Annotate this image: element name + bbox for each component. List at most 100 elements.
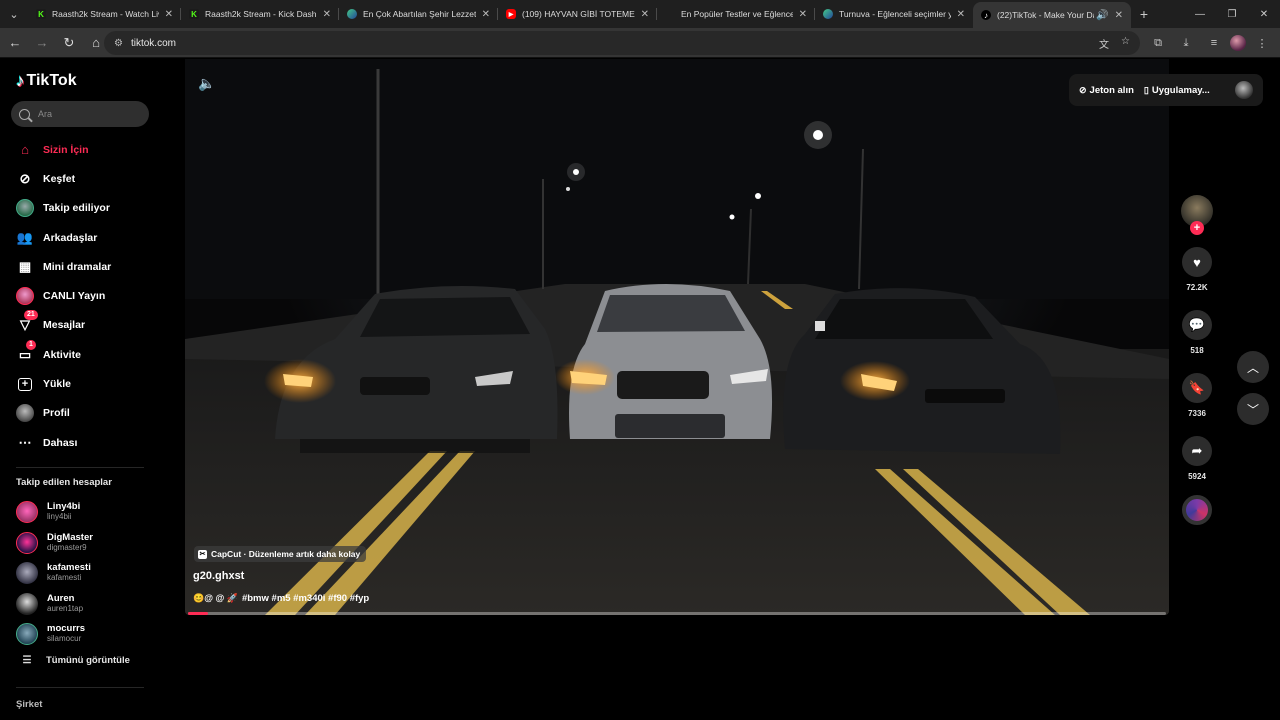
company-link[interactable]: Şirket	[16, 699, 42, 710]
share-count: 5924	[1188, 472, 1206, 481]
nav-item-more[interactable]: ⋯ Dahası	[0, 428, 160, 457]
tab-search-chevron-icon[interactable]: ⌄	[0, 0, 28, 28]
media-control-icon[interactable]: ≡	[1202, 31, 1226, 55]
image-icon	[823, 9, 833, 19]
audio-playing-icon[interactable]: 🔊	[1096, 10, 1108, 21]
nav-item-for-you[interactable]: ⌂ Sizin İçin	[0, 135, 160, 164]
restore-icon[interactable]: ❐	[1216, 0, 1248, 28]
nav-item-friends[interactable]: 👥 Arkadaşlar	[0, 223, 160, 252]
previous-video-chevron-up-icon[interactable]: ︿	[1237, 351, 1269, 383]
close-tab-icon[interactable]: ✕	[957, 9, 965, 20]
caption-hashtags[interactable]: #bmw #m5 #m340i #f90 #fyp	[242, 593, 369, 604]
browser-tab[interactable]: En Çok Abartılan Şehir Lezzetle ✕	[339, 0, 498, 28]
nav-item-explore[interactable]: ⊘ Keşfet	[0, 164, 160, 193]
nav-item-mini-dramas[interactable]: ▦ Mini dramalar	[0, 252, 160, 281]
comment-icon[interactable]: 💬	[1182, 310, 1212, 340]
browser-tab[interactable]: K Raasth2k Stream - Kick Dashbo ✕	[181, 0, 339, 28]
tiktok-logo[interactable]: ♪ TikTok	[16, 71, 77, 91]
translate-icon[interactable]: 文	[1099, 36, 1109, 51]
video-progress-bar[interactable]	[188, 612, 1166, 615]
back-icon[interactable]: ←	[3, 31, 27, 55]
window-close-icon[interactable]: ✕	[1248, 0, 1280, 28]
nav-item-following[interactable]: Takip ediliyor	[0, 194, 160, 223]
like-icon[interactable]: ♥	[1182, 247, 1212, 277]
feed-navigation: ︿ ﹀	[1237, 351, 1269, 435]
following-user[interactable]: Liny4bi liny4bii	[16, 497, 156, 528]
browser-tab[interactable]: Turnuva - Eğlenceli seçimler ya ✕	[815, 0, 973, 28]
following-section-title: Takip edilen hesaplar	[16, 477, 112, 488]
close-tab-icon[interactable]: ✕	[165, 9, 173, 20]
reload-icon[interactable]: ↻	[57, 31, 81, 55]
address-text: tiktok.com	[130, 37, 176, 49]
browser-tab[interactable]: ▶ (109) HAYVAN GİBİ TOTEME ÇO ✕	[498, 0, 657, 28]
youtube-icon: ▶	[506, 9, 516, 19]
upload-icon: +	[18, 377, 32, 391]
avatar	[16, 501, 38, 524]
tiktok-page: ♪ TikTok Ara ⌂ Sizin İçin ⊘ Keşfet Takip…	[0, 59, 1280, 720]
volume-icon[interactable]: 🔈	[198, 75, 215, 92]
browser-tab-strip: ⌄ K Raasth2k Stream - Watch Live o ✕ K R…	[0, 0, 1280, 28]
browser-tab[interactable]: K Raasth2k Stream - Watch Live o ✕	[28, 0, 181, 28]
forward-icon[interactable]: →	[30, 31, 54, 55]
download-icon[interactable]: ⤓	[1174, 31, 1198, 55]
bookmark-star-icon[interactable]: ☆	[1121, 36, 1130, 51]
address-bar[interactable]: ⚙ tiktok.com 文 ☆	[104, 31, 1140, 55]
blank-page-icon	[665, 9, 675, 19]
search-icon	[19, 108, 30, 120]
video-player[interactable]	[185, 59, 1169, 615]
get-app-button[interactable]: ▯ Uygulamay...	[1144, 85, 1210, 96]
share-icon[interactable]: ➦	[1182, 436, 1212, 466]
avatar	[16, 623, 38, 646]
nav-item-activity[interactable]: ▭ 1 Aktivite	[0, 339, 160, 369]
bookmark-icon[interactable]: 🔖	[1182, 373, 1212, 403]
kick-icon: K	[36, 9, 46, 19]
nav-item-live[interactable]: CANLI Yayın	[0, 281, 160, 310]
browser-tab[interactable]: En Popüler Testler ve Eğlenceli ✕	[657, 0, 815, 28]
list-icon: ☰	[22, 655, 32, 666]
site-info-icon[interactable]: ⚙	[114, 38, 123, 49]
following-user[interactable]: kafamesti kafamesti	[16, 558, 156, 589]
creator-avatar[interactable]: +	[1181, 195, 1213, 235]
nav-item-profile[interactable]: Profil	[0, 399, 160, 428]
comment-count: 518	[1190, 346, 1204, 355]
following-list: Liny4bi liny4bii DigMaster digmaster9 kafa…	[16, 497, 156, 650]
save-count: 7336	[1188, 409, 1206, 418]
more-icon: ⋯	[18, 434, 32, 450]
video-frame-cars	[185, 59, 1169, 615]
browser-tab-active[interactable]: ♪ (22)TikTok - Make Your Day 🔊 ✕	[973, 2, 1131, 28]
music-disc-icon[interactable]	[1182, 495, 1212, 525]
nav-item-upload[interactable]: + Yükle	[0, 369, 160, 398]
following-user[interactable]: DigMaster digmaster9	[16, 528, 156, 559]
live-avatar-icon	[16, 287, 34, 306]
user-avatar[interactable]	[1235, 81, 1253, 99]
capcut-badge[interactable]: ✂ CapCut · Düzenleme artık daha kolay	[194, 546, 367, 562]
close-tab-icon[interactable]: ✕	[482, 9, 490, 20]
video-author[interactable]: g20.ghxst	[193, 570, 244, 582]
get-coins-button[interactable]: ⊘ Jeton alın	[1079, 85, 1134, 96]
close-tab-icon[interactable]: ✕	[641, 9, 649, 20]
nav-item-messages[interactable]: ▽ 21 Mesajlar	[0, 310, 160, 340]
extensions-icon[interactable]: ⧉	[1146, 31, 1170, 55]
following-user[interactable]: Auren auren1tap	[16, 589, 156, 620]
home-icon: ⌂	[21, 142, 29, 158]
close-tab-icon[interactable]: ✕	[799, 9, 807, 20]
like-count: 72.2K	[1186, 283, 1208, 292]
avatar	[16, 592, 38, 615]
see-all-following-button[interactable]: ☰ Tümünü görüntüle	[16, 655, 130, 666]
divider	[16, 687, 144, 688]
close-tab-icon[interactable]: ✕	[323, 9, 331, 20]
film-icon: ▦	[18, 258, 32, 274]
close-tab-icon[interactable]: ✕	[1115, 10, 1123, 21]
profile-avatar[interactable]	[1230, 35, 1246, 51]
follow-plus-icon[interactable]: +	[1190, 221, 1204, 235]
browser-toolbar: ← → ↻ ⌂ ⚙ tiktok.com 文 ☆ ⧉ ⤓ ≡ ⋮	[0, 28, 1280, 58]
next-video-chevron-down-icon[interactable]: ﹀	[1237, 393, 1269, 425]
caption-mentions[interactable]: 😊@ @ 🚀	[193, 593, 238, 604]
new-tab-icon[interactable]: +	[1131, 6, 1157, 22]
following-user[interactable]: mocurrs silamocur	[16, 619, 156, 650]
search-input[interactable]: Ara	[11, 101, 149, 127]
capcut-icon: ✂	[198, 549, 207, 559]
minimize-icon[interactable]: —	[1184, 0, 1216, 28]
browser-menu-icon[interactable]: ⋮	[1250, 31, 1274, 55]
video-caption: 😊@ @ 🚀 #bmw #m5 #m340i #f90 #fyp	[193, 593, 369, 604]
